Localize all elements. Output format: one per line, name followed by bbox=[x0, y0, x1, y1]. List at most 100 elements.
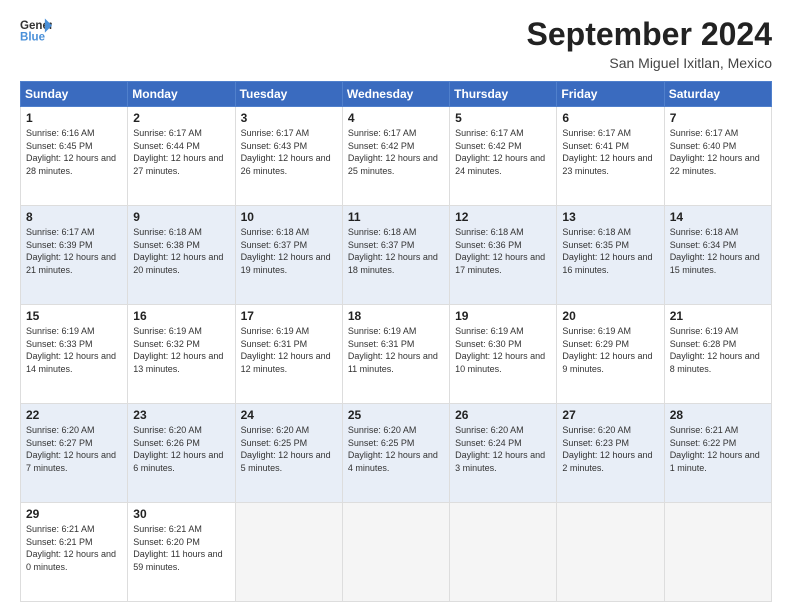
day-number: 27 bbox=[562, 408, 658, 422]
day-info: Sunrise: 6:17 AMSunset: 6:42 PMDaylight:… bbox=[455, 127, 551, 177]
day-info: Sunrise: 6:20 AMSunset: 6:25 PMDaylight:… bbox=[241, 424, 337, 474]
col-tuesday: Tuesday bbox=[235, 82, 342, 107]
day-info: Sunrise: 6:20 AMSunset: 6:24 PMDaylight:… bbox=[455, 424, 551, 474]
day-number: 9 bbox=[133, 210, 229, 224]
day-info: Sunrise: 6:17 AMSunset: 6:39 PMDaylight:… bbox=[26, 226, 122, 276]
day-number: 21 bbox=[670, 309, 766, 323]
table-row: 16Sunrise: 6:19 AMSunset: 6:32 PMDayligh… bbox=[128, 305, 235, 404]
day-info: Sunrise: 6:19 AMSunset: 6:32 PMDaylight:… bbox=[133, 325, 229, 375]
day-info: Sunrise: 6:19 AMSunset: 6:30 PMDaylight:… bbox=[455, 325, 551, 375]
day-info: Sunrise: 6:18 AMSunset: 6:37 PMDaylight:… bbox=[241, 226, 337, 276]
day-number: 28 bbox=[670, 408, 766, 422]
day-number: 22 bbox=[26, 408, 122, 422]
calendar-week-row: 15Sunrise: 6:19 AMSunset: 6:33 PMDayligh… bbox=[21, 305, 772, 404]
table-row: 13 Sunrise: 6:18 AMSunset: 6:35 PMDayligh… bbox=[557, 206, 664, 305]
table-row: 21 Sunrise: 6:19 AMSunset: 6:28 PMDayligh… bbox=[664, 305, 771, 404]
table-row bbox=[450, 503, 557, 602]
table-row: 19 Sunrise: 6:19 AMSunset: 6:30 PMDayligh… bbox=[450, 305, 557, 404]
day-info: Sunrise: 6:16 AMSunset: 6:45 PMDaylight:… bbox=[26, 127, 122, 177]
calendar-week-row: 29 Sunrise: 6:21 AMSunset: 6:21 PMDayligh… bbox=[21, 503, 772, 602]
day-info: Sunrise: 6:19 AMSunset: 6:33 PMDaylight:… bbox=[26, 325, 122, 375]
col-friday: Friday bbox=[557, 82, 664, 107]
table-row: 12Sunrise: 6:18 AMSunset: 6:36 PMDayligh… bbox=[450, 206, 557, 305]
col-sunday: Sunday bbox=[21, 82, 128, 107]
day-info: Sunrise: 6:18 AMSunset: 6:34 PMDaylight:… bbox=[670, 226, 766, 276]
header: General Blue September 2024 San Miguel I… bbox=[20, 16, 772, 71]
table-row: 6Sunrise: 6:17 AMSunset: 6:41 PMDaylight… bbox=[557, 107, 664, 206]
day-number: 1 bbox=[26, 111, 122, 125]
day-number: 24 bbox=[241, 408, 337, 422]
table-row: 7 Sunrise: 6:17 AMSunset: 6:40 PMDaylight… bbox=[664, 107, 771, 206]
table-row: 14 Sunrise: 6:18 AMSunset: 6:34 PMDayligh… bbox=[664, 206, 771, 305]
day-number: 13 bbox=[562, 210, 658, 224]
day-number: 30 bbox=[133, 507, 229, 521]
day-info: Sunrise: 6:19 AMSunset: 6:31 PMDaylight:… bbox=[241, 325, 337, 375]
svg-text:Blue: Blue bbox=[20, 32, 46, 44]
table-row: 17 Sunrise: 6:19 AMSunset: 6:31 PMDayligh… bbox=[235, 305, 342, 404]
calendar-week-row: 8Sunrise: 6:17 AMSunset: 6:39 PMDaylight… bbox=[21, 206, 772, 305]
day-number: 3 bbox=[241, 111, 337, 125]
day-number: 11 bbox=[348, 210, 444, 224]
day-number: 2 bbox=[133, 111, 229, 125]
table-row: 24 Sunrise: 6:20 AMSunset: 6:25 PMDayligh… bbox=[235, 404, 342, 503]
table-row: 22 Sunrise: 6:20 AMSunset: 6:27 PMDayligh… bbox=[21, 404, 128, 503]
day-number: 26 bbox=[455, 408, 551, 422]
table-row: 11 Sunrise: 6:18 AMSunset: 6:37 PMDayligh… bbox=[342, 206, 449, 305]
day-number: 10 bbox=[241, 210, 337, 224]
table-row: 28Sunrise: 6:21 AMSunset: 6:22 PMDayligh… bbox=[664, 404, 771, 503]
day-number: 14 bbox=[670, 210, 766, 224]
day-info: Sunrise: 6:21 AMSunset: 6:21 PMDaylight:… bbox=[26, 523, 122, 573]
table-row: 25 Sunrise: 6:20 AMSunset: 6:25 PMDayligh… bbox=[342, 404, 449, 503]
table-row: 1 Sunrise: 6:16 AMSunset: 6:45 PMDaylight… bbox=[21, 107, 128, 206]
table-row: 27 Sunrise: 6:20 AMSunset: 6:23 PMDayligh… bbox=[557, 404, 664, 503]
page: General Blue September 2024 San Miguel I… bbox=[0, 0, 792, 612]
day-info: Sunrise: 6:20 AMSunset: 6:26 PMDaylight:… bbox=[133, 424, 229, 474]
table-row bbox=[664, 503, 771, 602]
day-info: Sunrise: 6:17 AMSunset: 6:40 PMDaylight:… bbox=[670, 127, 766, 177]
day-number: 6 bbox=[562, 111, 658, 125]
day-info: Sunrise: 6:19 AMSunset: 6:28 PMDaylight:… bbox=[670, 325, 766, 375]
table-row: 2Sunrise: 6:17 AMSunset: 6:44 PMDaylight… bbox=[128, 107, 235, 206]
table-row: 20Sunrise: 6:19 AMSunset: 6:29 PMDayligh… bbox=[557, 305, 664, 404]
day-number: 19 bbox=[455, 309, 551, 323]
table-row: 18 Sunrise: 6:19 AMSunset: 6:31 PMDayligh… bbox=[342, 305, 449, 404]
calendar-week-row: 22 Sunrise: 6:20 AMSunset: 6:27 PMDayligh… bbox=[21, 404, 772, 503]
table-row bbox=[557, 503, 664, 602]
table-row: 15Sunrise: 6:19 AMSunset: 6:33 PMDayligh… bbox=[21, 305, 128, 404]
table-row: 4 Sunrise: 6:17 AMSunset: 6:42 PMDaylight… bbox=[342, 107, 449, 206]
day-info: Sunrise: 6:20 AMSunset: 6:23 PMDaylight:… bbox=[562, 424, 658, 474]
table-row: 23Sunrise: 6:20 AMSunset: 6:26 PMDayligh… bbox=[128, 404, 235, 503]
logo: General Blue bbox=[20, 16, 52, 44]
day-number: 25 bbox=[348, 408, 444, 422]
logo-icon: General Blue bbox=[20, 16, 52, 44]
table-row: 5Sunrise: 6:17 AMSunset: 6:42 PMDaylight… bbox=[450, 107, 557, 206]
day-number: 18 bbox=[348, 309, 444, 323]
day-info: Sunrise: 6:18 AMSunset: 6:38 PMDaylight:… bbox=[133, 226, 229, 276]
table-row bbox=[342, 503, 449, 602]
day-info: Sunrise: 6:18 AMSunset: 6:36 PMDaylight:… bbox=[455, 226, 551, 276]
day-number: 17 bbox=[241, 309, 337, 323]
col-saturday: Saturday bbox=[664, 82, 771, 107]
day-info: Sunrise: 6:21 AMSunset: 6:20 PMDaylight:… bbox=[133, 523, 229, 573]
day-info: Sunrise: 6:18 AMSunset: 6:35 PMDaylight:… bbox=[562, 226, 658, 276]
table-row: 30 Sunrise: 6:21 AMSunset: 6:20 PMDayligh… bbox=[128, 503, 235, 602]
table-row: 26 Sunrise: 6:20 AMSunset: 6:24 PMDayligh… bbox=[450, 404, 557, 503]
day-info: Sunrise: 6:17 AMSunset: 6:42 PMDaylight:… bbox=[348, 127, 444, 177]
table-row bbox=[235, 503, 342, 602]
day-number: 7 bbox=[670, 111, 766, 125]
day-number: 4 bbox=[348, 111, 444, 125]
calendar-header-row: Sunday Monday Tuesday Wednesday Thursday… bbox=[21, 82, 772, 107]
day-info: Sunrise: 6:18 AMSunset: 6:37 PMDaylight:… bbox=[348, 226, 444, 276]
day-info: Sunrise: 6:20 AMSunset: 6:27 PMDaylight:… bbox=[26, 424, 122, 474]
table-row: 9 Sunrise: 6:18 AMSunset: 6:38 PMDaylight… bbox=[128, 206, 235, 305]
col-monday: Monday bbox=[128, 82, 235, 107]
day-info: Sunrise: 6:19 AMSunset: 6:29 PMDaylight:… bbox=[562, 325, 658, 375]
day-number: 29 bbox=[26, 507, 122, 521]
table-row: 29 Sunrise: 6:21 AMSunset: 6:21 PMDayligh… bbox=[21, 503, 128, 602]
day-info: Sunrise: 6:19 AMSunset: 6:31 PMDaylight:… bbox=[348, 325, 444, 375]
calendar-week-row: 1 Sunrise: 6:16 AMSunset: 6:45 PMDaylight… bbox=[21, 107, 772, 206]
day-info: Sunrise: 6:20 AMSunset: 6:25 PMDaylight:… bbox=[348, 424, 444, 474]
calendar: Sunday Monday Tuesday Wednesday Thursday… bbox=[20, 81, 772, 602]
location: San Miguel Ixitlan, Mexico bbox=[527, 55, 772, 71]
month-year: September 2024 bbox=[527, 16, 772, 53]
